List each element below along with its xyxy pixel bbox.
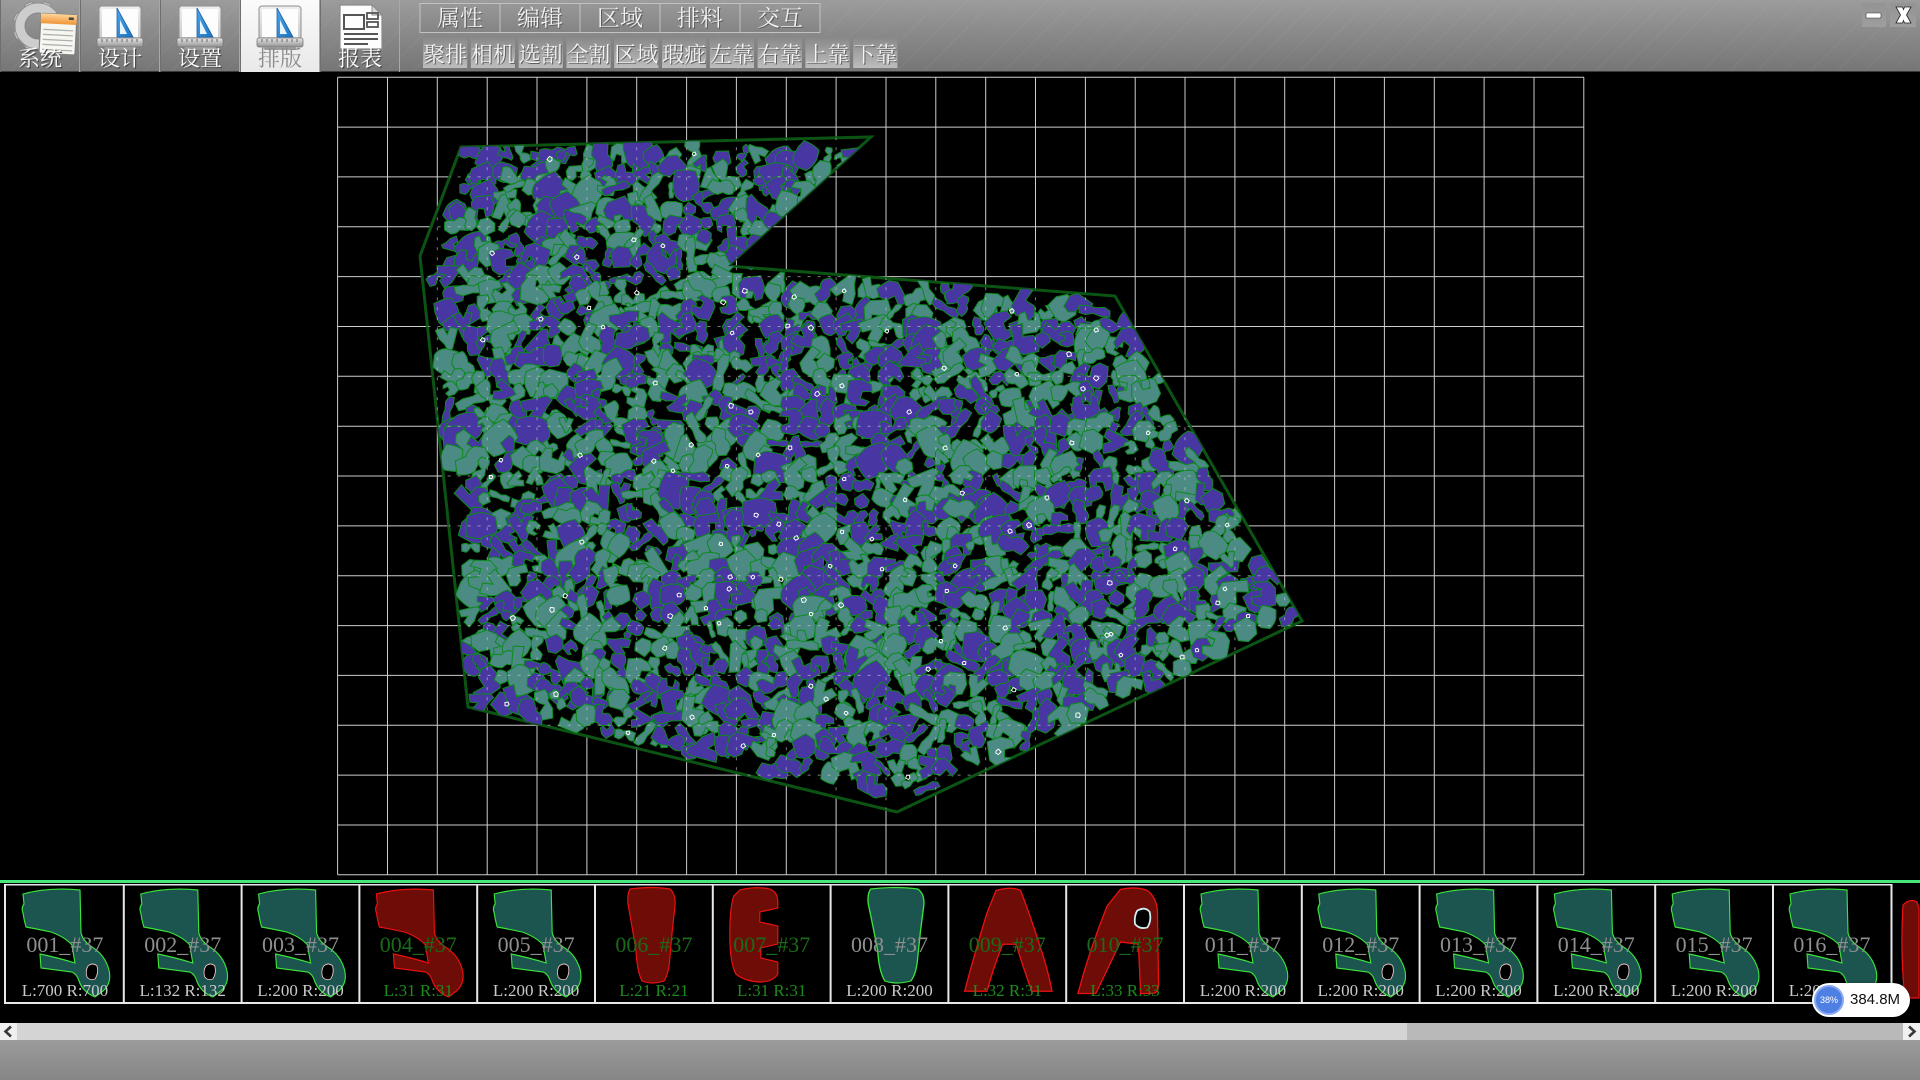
svg-text:L:200 R:200: L:200 R:200 xyxy=(257,981,343,1000)
svg-text:L:200 R:200: L:200 R:200 xyxy=(1435,981,1521,1000)
svg-text:L:132 R:132: L:132 R:132 xyxy=(139,981,225,1000)
svg-text:L:31 R:31: L:31 R:31 xyxy=(737,981,806,1000)
svg-text:013_#37: 013_#37 xyxy=(1440,932,1517,957)
svg-text:002_#37: 002_#37 xyxy=(144,932,221,957)
svg-text:L:700 R:700: L:700 R:700 xyxy=(22,981,108,1000)
svg-text:L:200 R:200: L:200 R:200 xyxy=(1200,981,1286,1000)
svg-text:L:200 R:200: L:200 R:200 xyxy=(1317,981,1403,1000)
svg-text:007_#37: 007_#37 xyxy=(733,932,810,957)
svg-text:010_#37: 010_#37 xyxy=(1087,932,1164,957)
svg-text:008_#37: 008_#37 xyxy=(851,932,928,957)
svg-text:L:200 R:200: L:200 R:200 xyxy=(846,981,932,1000)
svg-text:L:200 R:200: L:200 R:200 xyxy=(493,981,579,1000)
svg-text:L:33 R:33: L:33 R:33 xyxy=(1090,981,1159,1000)
svg-text:014_#37: 014_#37 xyxy=(1558,932,1635,957)
svg-text:L:31 R:31: L:31 R:31 xyxy=(384,981,453,1000)
svg-text:L:32 R:31: L:32 R:31 xyxy=(973,981,1042,1000)
svg-text:009_#37: 009_#37 xyxy=(969,932,1046,957)
svg-text:001_#37: 001_#37 xyxy=(26,932,103,957)
svg-text:006_#37: 006_#37 xyxy=(615,932,692,957)
svg-text:L:21 R:21: L:21 R:21 xyxy=(619,981,688,1000)
svg-text:004_#37: 004_#37 xyxy=(380,932,457,957)
svg-text:L:200 R:200: L:200 R:200 xyxy=(1671,981,1757,1000)
svg-text:012_#37: 012_#37 xyxy=(1322,932,1399,957)
svg-text:015_#37: 015_#37 xyxy=(1676,932,1753,957)
svg-text:003_#37: 003_#37 xyxy=(262,932,339,957)
svg-text:005_#37: 005_#37 xyxy=(498,932,575,957)
svg-text:011_#37: 011_#37 xyxy=(1205,932,1281,957)
svg-text:016_#37: 016_#37 xyxy=(1793,932,1870,957)
svg-text:L:200 R:200: L:200 R:200 xyxy=(1553,981,1639,1000)
